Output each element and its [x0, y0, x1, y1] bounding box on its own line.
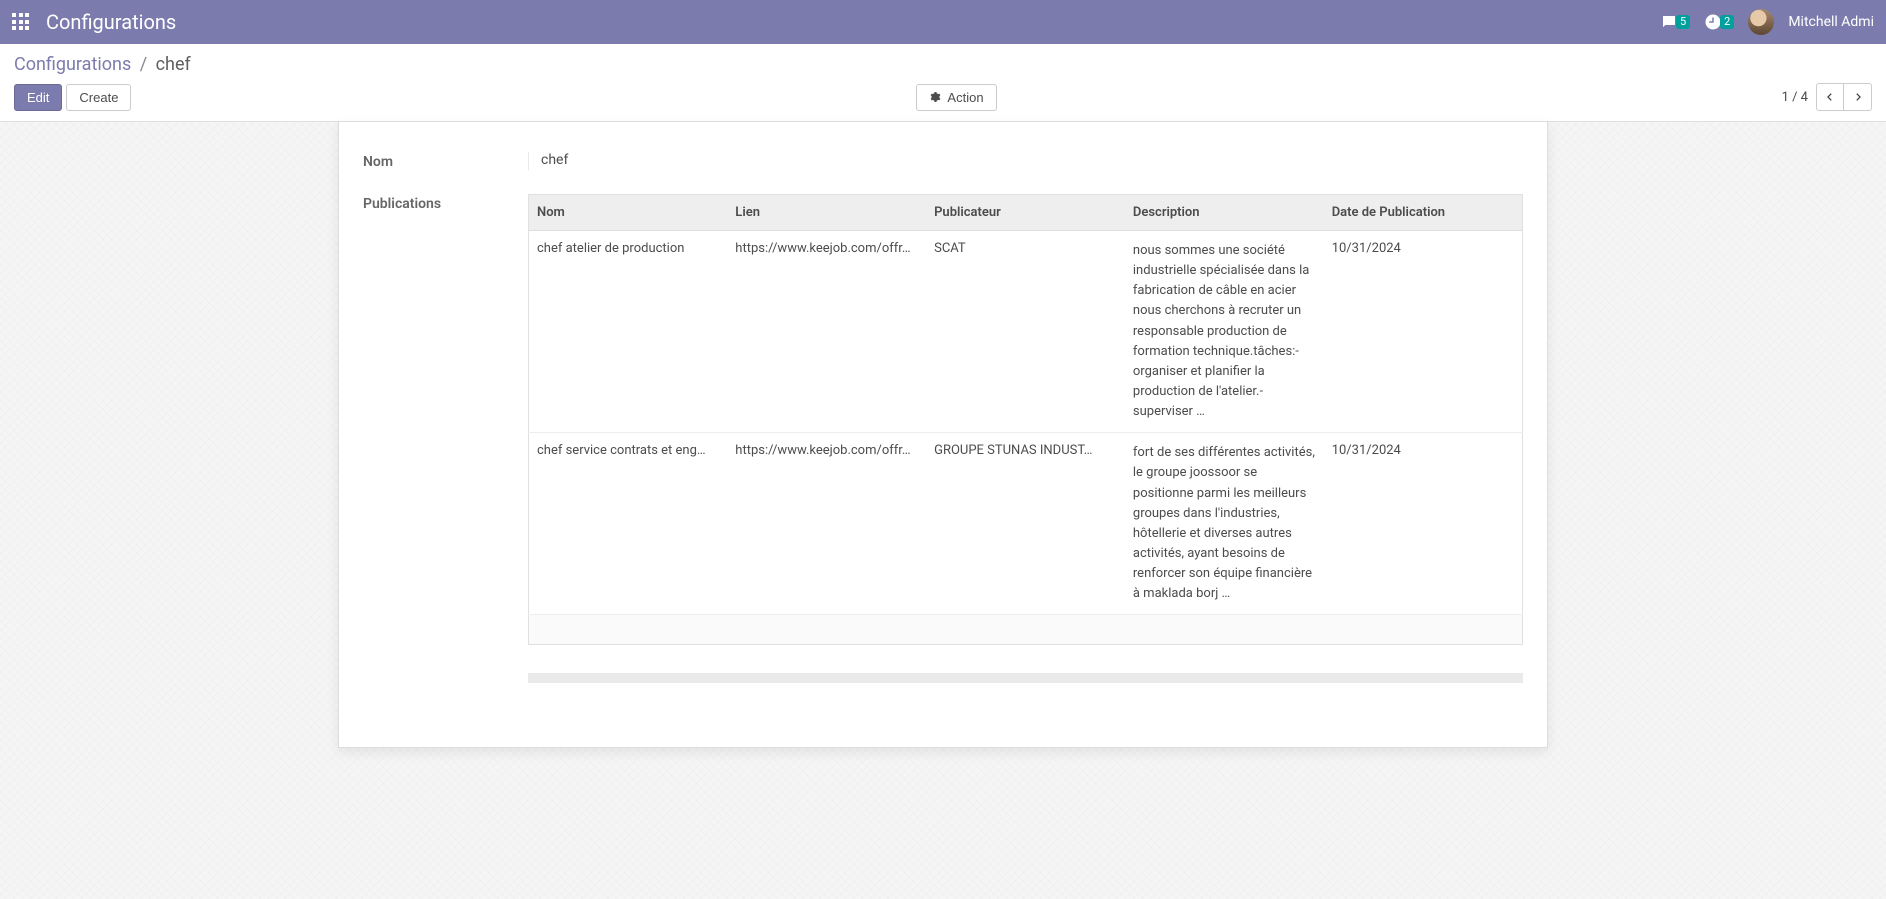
breadcrumb-parent[interactable]: Configurations: [14, 54, 131, 75]
col-lien[interactable]: Lien: [727, 195, 926, 231]
action-label: Action: [947, 90, 983, 105]
apps-icon[interactable]: [12, 13, 30, 31]
chat-badge: 5: [1676, 15, 1690, 29]
table-row[interactable]: chef service contrats et eng… https://ww…: [529, 433, 1523, 615]
username[interactable]: Mitchell Admi: [1788, 14, 1874, 30]
edit-button[interactable]: Edit: [14, 84, 62, 111]
app-title: Configurations: [46, 10, 176, 34]
cell-date: 10/31/2024: [1324, 231, 1523, 433]
create-button[interactable]: Create: [66, 84, 131, 111]
table-row[interactable]: chef atelier de production https://www.k…: [529, 231, 1523, 433]
topbar: Configurations 5 2 Mitchell Admi: [0, 0, 1886, 44]
breadcrumb-current: chef: [156, 54, 191, 75]
gear-icon: [929, 91, 941, 103]
chevron-left-icon: [1825, 92, 1835, 102]
pager-text: 1 / 4: [1782, 90, 1808, 105]
cell-publicateur: SCAT: [926, 231, 1125, 433]
breadcrumb: Configurations / chef: [14, 54, 1872, 75]
pager-next[interactable]: [1844, 83, 1872, 111]
col-nom[interactable]: Nom: [529, 195, 728, 231]
col-date[interactable]: Date de Publication: [1324, 195, 1523, 231]
cell-description: fort de ses différentes activités, le gr…: [1125, 433, 1324, 615]
cell-date: 10/31/2024: [1324, 433, 1523, 615]
breadcrumb-sep: /: [140, 54, 147, 75]
publications-table: Nom Lien Publicateur Description Date de…: [528, 194, 1523, 615]
cell-lien: https://www.keejob.com/offr…: [727, 231, 926, 433]
chevron-right-icon: [1853, 92, 1863, 102]
subheader: Configurations / chef Edit Create Action…: [0, 44, 1886, 122]
action-button[interactable]: Action: [916, 84, 996, 111]
cell-nom: chef atelier de production: [529, 231, 728, 433]
cell-nom: chef service contrats et eng…: [529, 433, 728, 615]
activity-icon[interactable]: 2: [1704, 13, 1734, 31]
field-label-publications: Publications: [363, 194, 528, 683]
col-publicateur[interactable]: Publicateur: [926, 195, 1125, 231]
pager-prev[interactable]: [1816, 83, 1844, 111]
col-description[interactable]: Description: [1125, 195, 1324, 231]
avatar[interactable]: [1748, 9, 1774, 35]
field-label-nom: Nom: [363, 152, 528, 170]
toolbar: Edit Create Action 1 / 4: [14, 83, 1872, 121]
cell-description: nous sommes une société industrielle spé…: [1125, 231, 1324, 433]
table-footer: [528, 615, 1523, 645]
horizontal-scrollbar[interactable]: [528, 673, 1523, 683]
field-value-nom: chef: [528, 152, 1523, 170]
form-sheet: Nom chef Publications Nom: [338, 122, 1548, 748]
chat-icon[interactable]: 5: [1660, 13, 1690, 31]
cell-lien: https://www.keejob.com/offr…: [727, 433, 926, 615]
activity-badge: 2: [1720, 15, 1734, 29]
pager: 1 / 4: [1782, 83, 1872, 111]
cell-publicateur: GROUPE STUNAS INDUST…: [926, 433, 1125, 615]
